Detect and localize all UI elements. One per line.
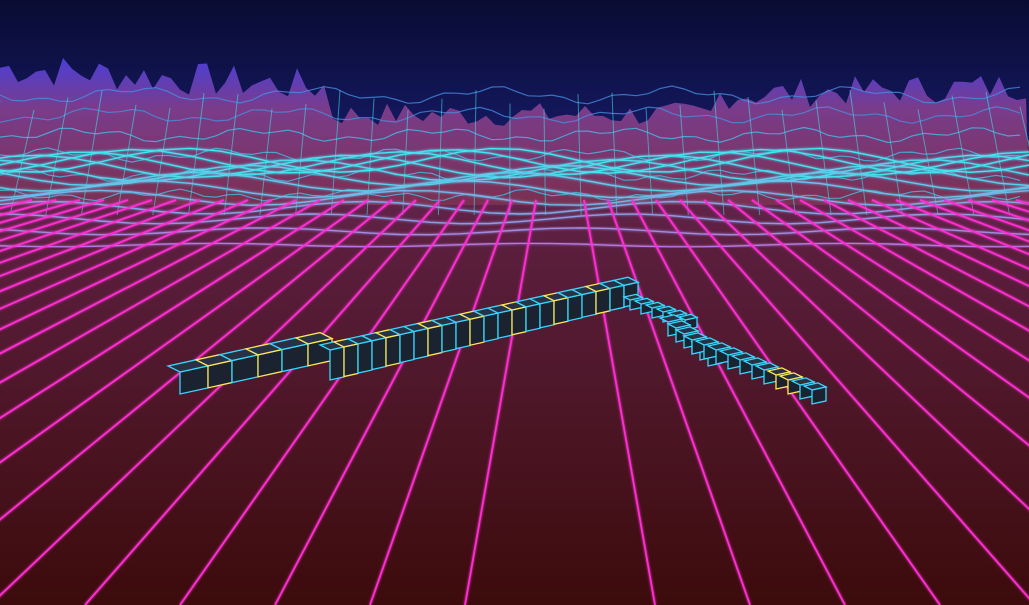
game-scene: [0, 0, 1029, 605]
ground: [0, 140, 1029, 605]
game-viewport[interactable]: [0, 0, 1029, 605]
